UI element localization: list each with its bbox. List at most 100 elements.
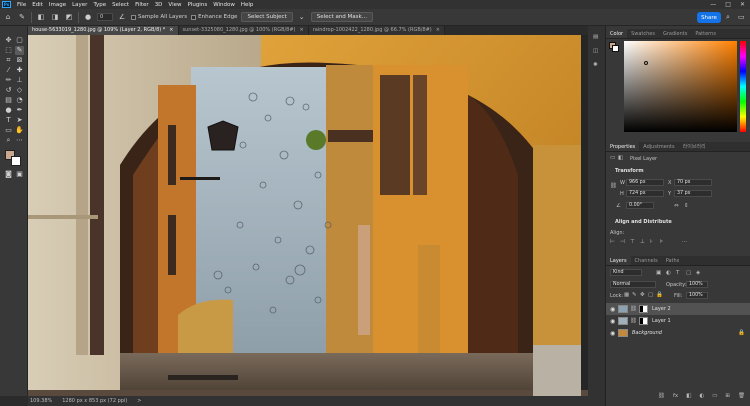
layer-mask-thumbnail[interactable]: [638, 317, 648, 325]
lock-artboard-icon[interactable]: ▢: [648, 292, 653, 298]
tab-sunset[interactable]: sunset-3325080_1280.jpg @ 100% (RGB/8#) …: [178, 26, 309, 35]
layer-filter-kind[interactable]: Kind: [610, 269, 642, 276]
background-color-swatch[interactable]: [11, 156, 21, 166]
new-layer-icon[interactable]: ⊞: [725, 393, 730, 403]
screen-mode-icon[interactable]: ▣: [15, 170, 24, 179]
quick-mask-icon[interactable]: ◙: [4, 170, 13, 179]
shape-tool-icon[interactable]: ▭: [4, 126, 13, 135]
tab-paths[interactable]: Paths: [662, 256, 684, 265]
align-right-icon[interactable]: ⊤: [630, 239, 635, 245]
menu-file[interactable]: File: [14, 2, 29, 8]
angle-icon[interactable]: ∠: [117, 12, 127, 22]
color-background-swatch[interactable]: [612, 45, 619, 52]
tab-raindrop[interactable]: raindrop-1002422_1280.jpg @ 66.7% (RGB/8…: [308, 26, 445, 35]
angle-field[interactable]: 0.00°: [626, 202, 654, 209]
fill-field[interactable]: 100%: [686, 292, 708, 299]
home-icon[interactable]: ⌂: [3, 12, 13, 22]
layer-name[interactable]: Layer 2: [652, 306, 671, 312]
search-icon[interactable]: ⌕: [726, 13, 730, 22]
trash-icon[interactable]: 🗑: [738, 393, 745, 403]
filter-adjustment-icon[interactable]: ◐: [666, 270, 671, 276]
menu-edit[interactable]: Edit: [29, 2, 46, 8]
move-tool-icon[interactable]: ✥: [4, 36, 13, 45]
layer-name[interactable]: Background: [632, 330, 662, 336]
zoom-tool-icon[interactable]: ⌕: [4, 136, 13, 145]
filter-smart-icon[interactable]: ◈: [696, 270, 700, 276]
layer-row-layer-1[interactable]: ◉ ⛓ Layer 1: [606, 315, 750, 327]
filter-pixel-icon[interactable]: ▣: [656, 270, 661, 276]
sample-all-layers-checkbox[interactable]: Sample All Layers: [131, 14, 187, 20]
color-picker-field[interactable]: [624, 41, 737, 132]
height-field[interactable]: 724 px: [626, 190, 664, 197]
menu-filter[interactable]: Filter: [132, 2, 152, 8]
eraser-tool-icon[interactable]: ◇: [15, 86, 24, 95]
visibility-eye-icon[interactable]: ◉: [610, 330, 618, 337]
tab-color[interactable]: Color: [606, 29, 628, 38]
chain-link-icon[interactable]: ⛓: [630, 306, 637, 312]
tab-patterns[interactable]: Patterns: [691, 29, 720, 38]
align-middle-icon[interactable]: ⊦: [650, 239, 653, 245]
feather-input[interactable]: 0: [97, 13, 113, 21]
frame-tool-icon[interactable]: ⊠: [15, 56, 24, 65]
menu-view[interactable]: View: [165, 2, 184, 8]
share-button[interactable]: Share: [697, 12, 721, 23]
lock-pixels-icon[interactable]: ✎: [632, 292, 637, 298]
close-icon[interactable]: ×: [300, 26, 304, 35]
type-tool-icon[interactable]: T: [4, 116, 13, 125]
brush-settings-icon[interactable]: ✺: [593, 62, 598, 68]
subtract-selection-icon[interactable]: ◩: [64, 12, 74, 22]
eyedropper-tool-icon[interactable]: ⁄: [4, 66, 13, 75]
mask-icon[interactable]: ◧: [618, 155, 623, 161]
hue-slider[interactable]: [740, 41, 746, 132]
lock-transparent-icon[interactable]: ▦: [624, 292, 629, 298]
add-selection-icon[interactable]: ◨: [50, 12, 60, 22]
transform-title[interactable]: Transform: [615, 168, 644, 174]
align-top-icon[interactable]: ⊥: [640, 239, 645, 245]
add-mask-icon[interactable]: ◧: [686, 393, 691, 403]
tab-properties[interactable]: Properties: [606, 142, 640, 151]
quick-selection-tool-icon[interactable]: ✎: [15, 46, 24, 55]
menu-plugins[interactable]: Plugins: [184, 2, 210, 8]
tab-adjustments[interactable]: Adjustments: [639, 142, 678, 151]
layer-row-background[interactable]: ◉ Background 🔒: [606, 327, 750, 339]
chain-link-icon[interactable]: ⛓: [630, 318, 637, 324]
checkbox-box[interactable]: [131, 14, 136, 20]
filter-shape-icon[interactable]: ▢: [686, 270, 691, 276]
align-title[interactable]: Align and Distribute: [615, 219, 672, 225]
dodge-tool-icon[interactable]: ●: [4, 106, 13, 115]
menu-window[interactable]: Window: [210, 2, 238, 8]
enhance-edge-checkbox[interactable]: Enhance Edge: [191, 14, 237, 20]
checkbox-box[interactable]: [191, 14, 197, 20]
stamp-tool-icon[interactable]: ⊥: [15, 76, 24, 85]
menu-image[interactable]: Image: [46, 2, 69, 8]
new-selection-icon[interactable]: ◧: [36, 12, 46, 22]
y-field[interactable]: 37 px: [674, 190, 712, 197]
history-icon[interactable]: ▤: [593, 34, 598, 40]
crop-tool-icon[interactable]: ⌗: [4, 56, 13, 65]
menu-help[interactable]: Help: [238, 2, 257, 8]
close-icon[interactable]: ×: [169, 26, 173, 35]
hand-tool-icon[interactable]: ✋: [15, 126, 24, 135]
maximize-icon[interactable]: □: [725, 1, 731, 8]
fx-icon[interactable]: fx: [673, 393, 678, 403]
more-tools-icon[interactable]: ⋯: [15, 136, 24, 145]
tab-layers[interactable]: Layers: [606, 256, 631, 265]
tab-channels[interactable]: Channels: [631, 256, 662, 265]
path-selection-tool-icon[interactable]: ➤: [15, 116, 24, 125]
status-arrow-icon[interactable]: >: [137, 398, 141, 404]
canvas-area[interactable]: [28, 35, 603, 396]
tab-swatches[interactable]: Swatches: [627, 29, 659, 38]
lock-position-icon[interactable]: ✥: [640, 292, 645, 298]
menu-layer[interactable]: Layer: [69, 2, 90, 8]
link-icon[interactable]: ⛓: [610, 183, 617, 189]
tab-libraries[interactable]: 라이브러리: [679, 142, 710, 151]
comments-icon[interactable]: ◫: [593, 48, 598, 54]
menu-select[interactable]: Select: [109, 2, 132, 8]
visibility-eye-icon[interactable]: ◉: [610, 318, 618, 325]
color-picker-cursor[interactable]: [644, 61, 648, 65]
more-options-icon[interactable]: ⋯: [682, 239, 688, 245]
align-left-icon[interactable]: ⊢: [610, 239, 615, 245]
select-subject-button[interactable]: Select Subject: [241, 12, 293, 22]
flip-horizontal-icon[interactable]: ⇔: [674, 203, 679, 209]
x-field[interactable]: 70 px: [674, 179, 712, 186]
